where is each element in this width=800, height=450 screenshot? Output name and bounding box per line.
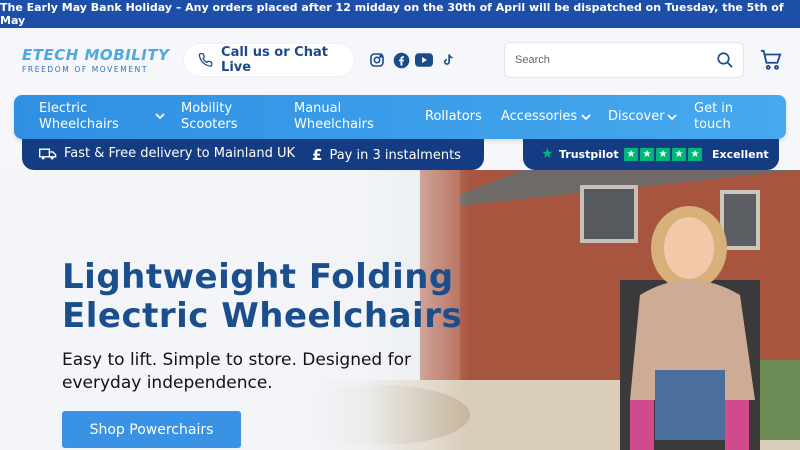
trustpilot-badge[interactable]: ★ Trustpilot ★ ★ ★ ★ ★ Excellent — [523, 139, 779, 170]
trustpilot-rating: Excellent — [712, 148, 769, 161]
star-icon: ★ — [688, 148, 702, 161]
shop-powerchairs-button[interactable]: Shop Powerchairs — [62, 411, 241, 448]
cart-icon[interactable] — [760, 49, 782, 76]
hero-title-line2: Electric Wheelchairs — [62, 296, 463, 336]
announcement-bar: The Early May Bank Holiday – Any orders … — [0, 0, 800, 28]
site-header: ETECH MOBILITY FREEDOM OF MOVEMENT Call … — [0, 28, 800, 94]
site-logo[interactable]: ETECH MOBILITY FREEDOM OF MOVEMENT — [22, 46, 169, 74]
search-icon[interactable] — [716, 51, 734, 74]
nav-label-line1: Electric — [39, 101, 88, 116]
star-icon: ★ — [672, 148, 686, 161]
star-icon: ★ — [640, 148, 654, 161]
logo-name: ETECH MOBILITY — [22, 46, 170, 64]
nav-label-line1: Mobility — [181, 101, 233, 116]
chevron-down-icon[interactable] — [155, 113, 165, 120]
instagram-icon[interactable] — [368, 51, 386, 69]
star-icon: ★ — [624, 148, 638, 161]
nav-label-line2: Wheelchairs — [39, 117, 119, 132]
nav-rollators[interactable]: Rollators — [425, 109, 482, 125]
pound-icon: £ — [312, 146, 323, 164]
youtube-icon[interactable] — [415, 51, 433, 69]
call-chat-label: Call us or Chat Live — [221, 45, 328, 75]
nav-label-line1: Manual — [294, 101, 342, 116]
nav-label-line2: Scooters — [181, 117, 238, 132]
main-nav: Electric Wheelchairs Mobility Scooters M… — [14, 95, 786, 139]
nav-electric-wheelchairs[interactable]: Electric Wheelchairs — [39, 101, 119, 133]
nav-get-in-touch[interactable]: Get in touch — [694, 101, 733, 133]
nav-label-line2: touch — [694, 117, 731, 132]
instalments-text: Pay in 3 instalments — [329, 147, 461, 163]
nav-discover[interactable]: Discover — [608, 109, 665, 125]
truck-icon — [39, 147, 57, 160]
star-icon: ★ — [656, 148, 670, 161]
nav-accessories[interactable]: Accessories — [501, 109, 577, 125]
call-chat-button[interactable]: Call us or Chat Live — [184, 44, 354, 76]
nav-manual-wheelchairs[interactable]: Manual Wheelchairs — [294, 101, 374, 133]
phone-icon — [198, 53, 213, 67]
hero-subtitle-line1: Easy to lift. Simple to store. Designed … — [62, 350, 412, 370]
nav-mobility-scooters[interactable]: Mobility Scooters — [181, 101, 238, 133]
nav-label-line2: Wheelchairs — [294, 117, 374, 132]
hero-banner: Lightweight Folding Electric Wheelchairs… — [0, 170, 800, 450]
delivery-text: Fast & Free delivery to Mainland UK — [64, 146, 296, 161]
hero-title: Lightweight Folding Electric Wheelchairs — [62, 258, 462, 336]
search-input[interactable] — [515, 51, 705, 69]
announcement-text: The Early May Bank Holiday – Any orders … — [0, 1, 784, 27]
tiktok-icon[interactable] — [439, 51, 457, 69]
nav-label-line1: Get in — [694, 101, 734, 116]
trustpilot-stars: ★ ★ ★ ★ ★ — [624, 148, 702, 161]
chevron-down-icon[interactable] — [581, 114, 591, 121]
chevron-down-icon[interactable] — [667, 114, 677, 121]
benefits-bar: Fast & Free delivery to Mainland UK £ Pa… — [22, 139, 484, 170]
delivery-benefit: Fast & Free delivery to Mainland UK — [39, 146, 295, 161]
hero-subtitle: Easy to lift. Simple to store. Designed … — [62, 349, 411, 395]
hero-title-line1: Lightweight Folding — [62, 257, 454, 297]
hero-subtitle-line2: everyday independence. — [62, 373, 273, 393]
trustpilot-brand: Trustpilot — [559, 148, 619, 161]
trustpilot-star-icon: ★ — [541, 146, 554, 162]
facebook-icon[interactable] — [392, 51, 410, 69]
logo-tagline: FREEDOM OF MOVEMENT — [22, 65, 149, 74]
instalments-benefit: £ Pay in 3 instalments — [312, 146, 461, 164]
search-box — [504, 42, 744, 78]
